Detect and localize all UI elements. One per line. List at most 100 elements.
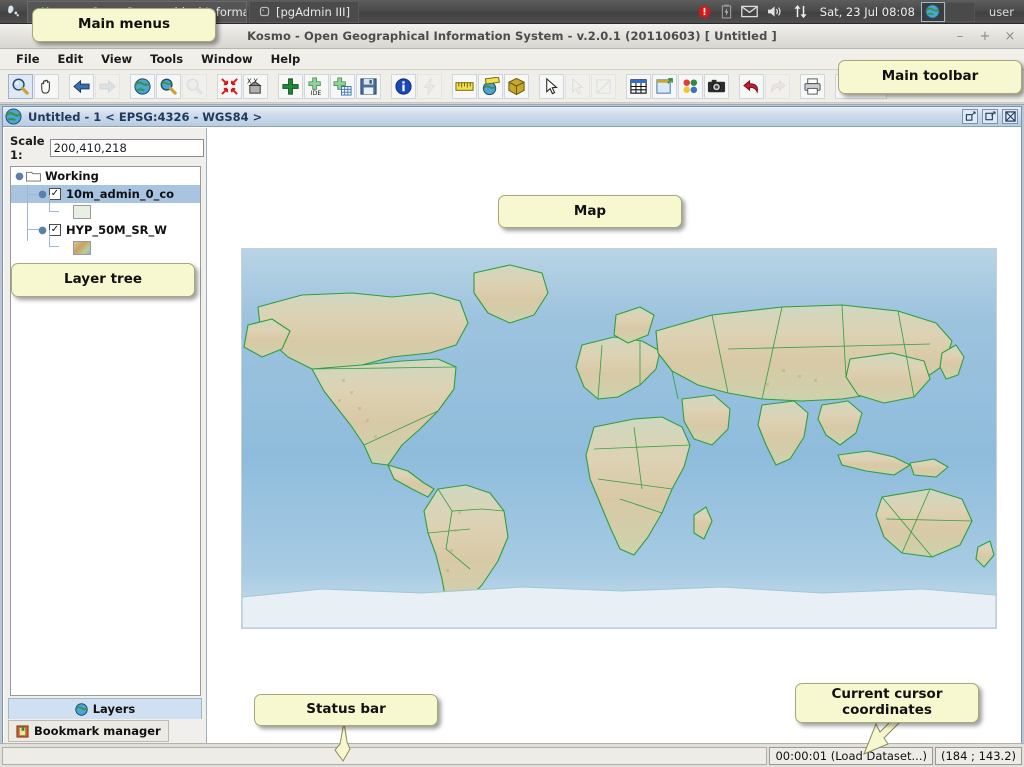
document-window-controls	[962, 109, 1018, 124]
maximize-button[interactable]: +	[979, 30, 991, 43]
workspace-switcher[interactable]	[920, 1, 975, 22]
tab-layers-label: Layers	[92, 702, 136, 716]
annotation-cursor-coordinates-label: Current cursor coordinates	[831, 686, 943, 718]
tree-connector	[27, 229, 39, 230]
bookmark-icon	[16, 724, 29, 738]
annotation-arrow-status-bar	[334, 722, 351, 762]
expand-toggle-icon[interactable]: ●	[36, 225, 49, 236]
globe-icon	[74, 702, 88, 716]
3d-box-icon[interactable]	[504, 73, 529, 99]
battery-icon[interactable]	[721, 4, 732, 19]
tab-layers[interactable]: Layers	[8, 698, 202, 719]
new-view-icon[interactable]	[652, 73, 677, 99]
add-ide-layer-icon[interactable]: IDE	[304, 73, 329, 99]
menu-help-label: Help	[270, 52, 301, 66]
close-icon[interactable]	[1002, 109, 1018, 124]
tree-root-working[interactable]: ● Working	[11, 167, 200, 185]
layer-panel: Scale 1: ●	[4, 128, 207, 744]
menu-file-label: File	[16, 52, 40, 66]
tree-layer-0[interactable]: ● ✓ 10m_admin_0_co	[11, 185, 200, 203]
world-map-image	[242, 249, 996, 628]
update-alert-icon[interactable]	[697, 4, 712, 19]
tree-layer-label: 10m_admin_0_co	[66, 187, 175, 201]
workspace-1[interactable]	[920, 1, 945, 22]
tree-connector	[49, 211, 59, 212]
zoom-coordinates-icon[interactable]: X,Y	[243, 73, 268, 99]
tab-bookmark-manager[interactable]: Bookmark manager	[8, 720, 169, 742]
expand-toggle-icon[interactable]: ●	[13, 171, 26, 182]
add-layer-icon[interactable]	[278, 73, 303, 99]
tab-bookmark-label: Bookmark manager	[34, 724, 161, 738]
zoom-in-icon[interactable]	[8, 73, 33, 99]
pan-hand-icon[interactable]	[34, 73, 59, 99]
taskbar-task-label: [pgAdmin III]	[276, 4, 351, 19]
volume-icon[interactable]	[767, 4, 784, 19]
info-icon[interactable]	[391, 73, 416, 99]
zoom-previous-icon[interactable]	[217, 73, 242, 99]
screen: Kosmo - Open Geographical Informa... [pg…	[0, 0, 1024, 767]
tree-layer-label: HYP_50M_SR_W	[66, 223, 167, 237]
taskbar-clock[interactable]: Sat, 23 Jul 08:08	[814, 5, 921, 19]
start-menu-button[interactable]	[0, 0, 26, 24]
tree-layer-1-symbol	[11, 239, 200, 257]
edit-geometry-icon	[591, 73, 616, 99]
kosmo-globe-icon	[5, 108, 22, 125]
menu-view[interactable]: View	[93, 50, 140, 68]
annotation-main-toolbar-label: Main toolbar	[881, 68, 979, 85]
select-pointer-icon[interactable]	[539, 73, 564, 99]
user-menu[interactable]: user	[975, 5, 1024, 19]
tree-connector	[27, 194, 39, 195]
zoom-to-layer-icon[interactable]	[156, 73, 181, 99]
layer-checkbox[interactable]: ✓	[49, 188, 61, 200]
minimize-button[interactable]: –	[954, 30, 966, 43]
attribute-table-icon[interactable]	[626, 73, 651, 99]
menu-window[interactable]: Window	[193, 50, 261, 68]
map-canvas[interactable]	[241, 248, 997, 629]
deselect-icon	[565, 73, 590, 99]
layer-style-swatch	[73, 205, 91, 219]
symbology-icon[interactable]	[678, 73, 703, 99]
zoom-full-extent-icon[interactable]	[130, 73, 155, 99]
annotation-status-bar-label: Status bar	[306, 701, 386, 718]
workspace-2[interactable]	[944, 1, 975, 22]
annotation-map-label: Map	[573, 202, 607, 219]
maximize-icon[interactable]	[982, 109, 998, 124]
restore-down-icon[interactable]	[962, 109, 978, 124]
network-updown-icon[interactable]	[793, 4, 808, 19]
save-dataset-icon[interactable]	[356, 73, 381, 99]
map-snapshot-icon[interactable]	[704, 73, 729, 99]
annotation-cursor-coordinates: Current cursor coordinates	[795, 683, 979, 723]
menu-tools[interactable]: Tools	[142, 50, 191, 68]
application-window: Kosmo - Open Geographical Information Sy…	[0, 24, 1024, 767]
scale-input[interactable]	[49, 139, 204, 157]
annotation-main-menus-label: Main menus	[78, 16, 170, 33]
layer-checkbox[interactable]: ✓	[49, 224, 61, 236]
menu-window-label: Window	[201, 52, 253, 66]
menu-edit[interactable]: Edit	[50, 50, 92, 68]
window-title: Kosmo - Open Geographical Information Sy…	[247, 29, 777, 43]
menu-file[interactable]: File	[8, 50, 48, 68]
layer-style-swatch	[73, 241, 91, 255]
menu-help[interactable]: Help	[263, 50, 309, 68]
tree-root-label: Working	[45, 169, 99, 183]
pgadmin-elephant-icon	[259, 6, 270, 17]
undo-icon[interactable]	[739, 73, 764, 99]
add-table-layer-icon[interactable]	[330, 73, 355, 99]
folder-icon	[26, 171, 41, 182]
scale-label: Scale 1:	[10, 134, 45, 162]
measure-ruler-icon[interactable]	[452, 73, 477, 99]
taskbar-task-pgadmin[interactable]: [pgAdmin III]	[249, 0, 360, 23]
redo-icon	[765, 73, 790, 99]
measure-globe-icon[interactable]	[478, 73, 503, 99]
menu-view-label: View	[101, 52, 133, 66]
document-title: Untitled - 1 < EPSG:4326 - WGS84 >	[28, 109, 263, 124]
mail-icon[interactable]	[740, 5, 758, 18]
gnome-footprint-icon	[7, 5, 19, 17]
print-icon[interactable]	[800, 73, 825, 99]
lightning-icon	[417, 73, 442, 99]
tree-layer-1[interactable]: ● ✓ HYP_50M_SR_W	[11, 221, 200, 239]
annotation-main-menus: Main menus	[32, 8, 216, 42]
back-arrow-icon[interactable]	[69, 73, 94, 99]
close-button[interactable]: ×	[1004, 30, 1016, 43]
layer-tree[interactable]: ● Working ● ✓ 10m_admin_0_co ● ✓ HYP_50M…	[10, 166, 201, 696]
